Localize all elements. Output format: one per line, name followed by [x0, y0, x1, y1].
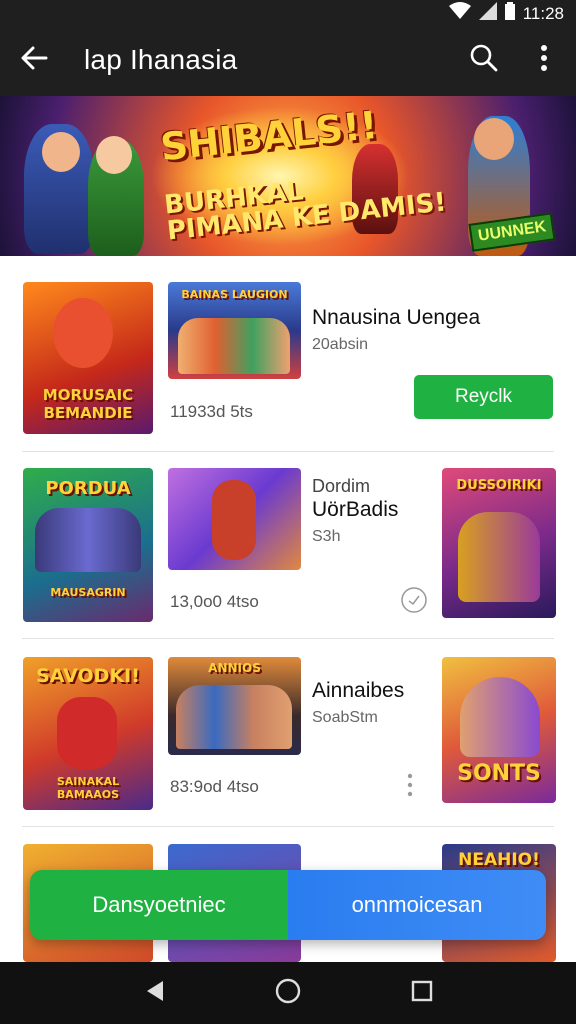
item-title: Ainnaibes	[312, 679, 405, 702]
install-button[interactable]: Reyclk	[414, 375, 553, 419]
secondary-action-button[interactable]: onnmoicesan	[288, 870, 546, 940]
thumb-title: BAINAS LAUGION	[181, 288, 288, 301]
overflow-menu-button[interactable]	[526, 42, 562, 78]
thumb-characters	[178, 318, 290, 374]
battery-icon	[504, 2, 515, 25]
game-thumbnail[interactable]: DUSSOIRIKI	[442, 468, 556, 618]
nav-home-icon	[275, 978, 301, 1009]
item-meta: 11933d 5ts	[170, 402, 253, 421]
status-time: 11:28	[522, 3, 564, 23]
item-title: UörBadis	[312, 498, 399, 521]
item-title: Nnausina Uengea	[312, 306, 481, 329]
item-meta: 13,0o0 4tso	[170, 592, 259, 611]
signal-icon	[478, 2, 497, 25]
thumb-title: SAVODKI!	[36, 665, 140, 687]
thumb-title: SONTS	[457, 761, 541, 786]
thumb-characters	[35, 508, 141, 572]
system-nav-bar	[0, 962, 576, 1024]
list-item[interactable]: MORUSAIC BEMANDIE BAINAS LAUGION Nnausin…	[0, 256, 576, 452]
wifi-icon	[448, 2, 471, 25]
back-arrow-icon	[20, 45, 48, 76]
thumb-title: MORUSAIC BEMANDIE	[42, 386, 134, 422]
thumb-title: ANNIOS	[208, 661, 261, 675]
more-vert-icon	[540, 44, 548, 76]
list-item[interactable]: PORDUA MAUSAGRIN Dordim UörBadis S3h 13,…	[0, 452, 576, 638]
more-vert-icon[interactable]	[402, 771, 418, 799]
check-circle-icon[interactable]	[400, 586, 428, 614]
game-thumbnail[interactable]: SAVODKI! SAINAKAL BAMAAOS	[23, 657, 153, 810]
item-meta: 83:9od 4tso	[170, 777, 259, 796]
thumb-title: PORDUA	[45, 478, 131, 499]
status-bar: 11:28	[0, 0, 576, 24]
thumb-characters	[458, 512, 540, 602]
search-button[interactable]	[464, 42, 504, 78]
item-subtitle: 20absin	[312, 336, 369, 353]
game-thumbnail[interactable]	[168, 468, 301, 570]
thumb-characters	[460, 677, 540, 757]
banner-hero-1-face	[42, 132, 80, 172]
game-thumbnail[interactable]: BAINAS LAUGION	[168, 282, 301, 379]
page-title: lap Ihanasia	[84, 44, 238, 75]
thumb-character	[57, 697, 117, 769]
nav-recents-icon	[411, 980, 433, 1007]
thumb-caption: SAINAKAL BAMAAOS	[56, 775, 120, 801]
banner-hero-3-face	[474, 118, 514, 160]
game-thumbnail[interactable]: ANNIOS	[168, 657, 301, 755]
nav-back-icon	[145, 980, 165, 1007]
thumb-title: NEAHIO!	[458, 850, 540, 870]
game-thumbnail[interactable]: SONTS	[442, 657, 556, 803]
status-icons: 11:28	[448, 2, 564, 25]
item-subtitle: S3h	[312, 528, 341, 545]
nav-home-button[interactable]	[273, 978, 303, 1008]
search-icon	[470, 44, 498, 77]
thumb-characters	[176, 685, 292, 749]
app-bar: lap Ihanasia	[0, 24, 576, 96]
back-button[interactable]	[14, 42, 54, 78]
primary-action-button[interactable]: Dansyoetniec	[30, 870, 288, 940]
thumb-character	[53, 298, 113, 368]
item-overline: Dordim	[312, 476, 371, 496]
promo-banner[interactable]: SHIBALS!! BURHKAL PIMANA KE DAMIS! UUNNE…	[0, 96, 576, 256]
nav-back-button[interactable]	[140, 978, 170, 1008]
game-thumbnail[interactable]: PORDUA MAUSAGRIN	[23, 468, 153, 622]
nav-recents-button[interactable]	[407, 978, 437, 1008]
game-thumbnail[interactable]: MORUSAIC BEMANDIE	[23, 282, 153, 434]
thumb-title: DUSSOIRIKI	[456, 478, 542, 493]
floating-action-bar: Dansyoetniec onnmoicesan	[30, 870, 546, 940]
thumb-caption: MAUSAGRIN	[50, 586, 126, 599]
banner-hero-2-face	[96, 136, 132, 174]
item-subtitle: SoabStm	[312, 709, 378, 726]
list-item[interactable]: SAVODKI! SAINAKAL BAMAAOS ANNIOS Ainnaib…	[0, 639, 576, 827]
thumb-character	[212, 480, 256, 560]
